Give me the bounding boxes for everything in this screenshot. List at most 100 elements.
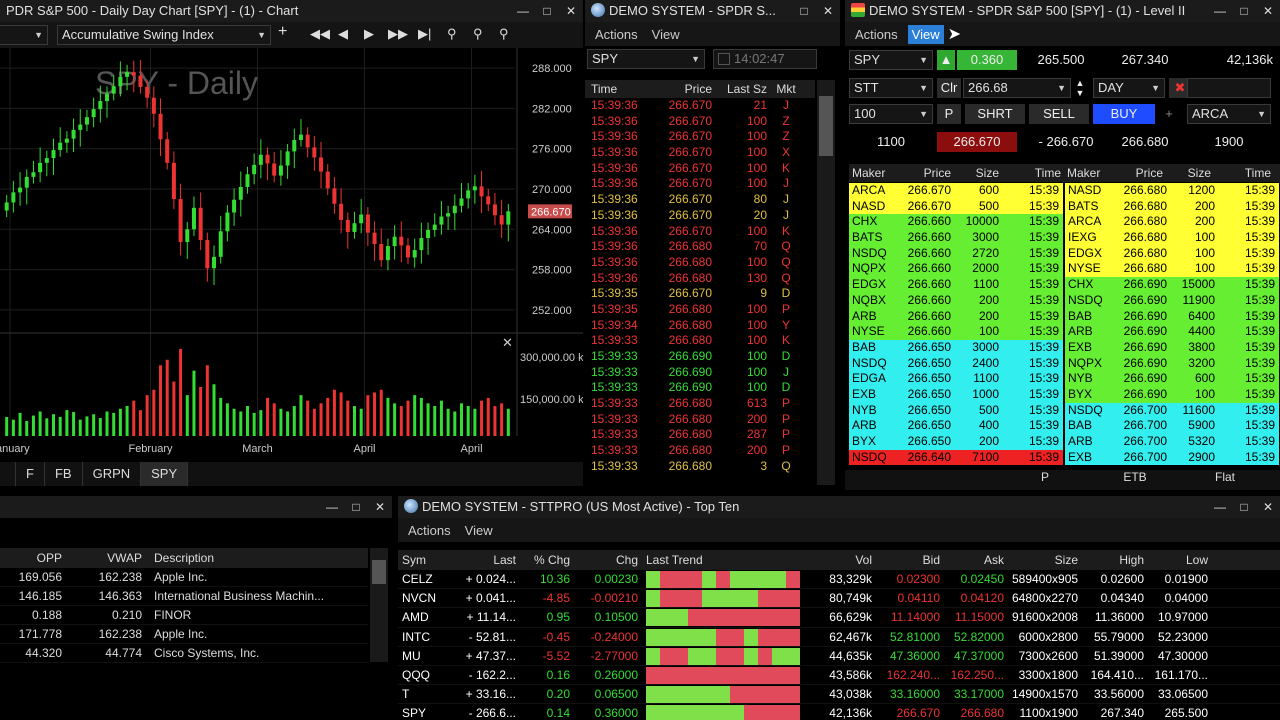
book-row[interactable]: BYX 266.650 200 15:39 (849, 434, 1063, 450)
menu-actions[interactable]: Actions (851, 25, 902, 44)
fast-forward-icon[interactable]: ▶▶ (388, 26, 408, 42)
price-spinner[interactable]: ▲ ▼ (1073, 78, 1087, 98)
ts-row[interactable]: 15:39:36 266.680 130 Q (585, 271, 815, 287)
book-row[interactable]: BATS 266.660 3000 15:39 (849, 230, 1063, 246)
step-back-icon[interactable]: ◀ (338, 26, 348, 42)
tt-row[interactable]: SPY - 266.6... 0.14 0.36000 42,136k 266.670 26… (398, 704, 1280, 720)
ts-row[interactable]: 15:39:33 266.680 287 P (585, 427, 815, 443)
tab-fb[interactable]: FB (45, 462, 83, 486)
end-icon[interactable]: ▶| (418, 26, 431, 42)
price-input[interactable]: 266.68 ▼ (963, 78, 1071, 98)
tt-titlebar[interactable]: DEMO SYSTEM - STTPRO (US Most Active) - … (398, 496, 1280, 518)
maximize-icon[interactable]: □ (1232, 0, 1256, 22)
col-price[interactable]: Price (1111, 164, 1163, 182)
ts-row[interactable]: 15:39:36 266.670 100 Z (585, 129, 815, 145)
p-button[interactable]: P (937, 104, 961, 124)
tt-col-size[interactable]: Size (1008, 550, 1082, 570)
col-opp[interactable]: OPP (0, 548, 62, 568)
book-row[interactable]: NYSE 266.660 100 15:39 (849, 324, 1063, 340)
book-row[interactable]: NASD 266.670 500 15:39 (849, 198, 1063, 215)
ts-time-field[interactable]: 14:02:47 (713, 49, 817, 69)
tif-select[interactable]: DAY ▼ (1093, 78, 1165, 98)
add-icon[interactable]: + (278, 23, 287, 41)
ts-row[interactable]: 15:39:36 266.670 100 K (585, 224, 815, 240)
minimize-icon[interactable]: — (1208, 496, 1232, 518)
book-row[interactable]: NSDQ 266.700 11600 15:39 (1065, 402, 1279, 419)
col-description[interactable]: Description (142, 548, 362, 568)
menu-actions[interactable]: Actions (404, 521, 455, 540)
col-price[interactable]: Price (647, 80, 712, 98)
close-icon[interactable]: ✕ (1256, 0, 1280, 22)
ts-symbol-select[interactable]: SPY ▼ (587, 49, 705, 69)
minimize-icon[interactable]: — (1208, 0, 1232, 22)
tt-row[interactable]: NVCN + 0.041... -4.85 -0.00210 80,749k 0.0411… (398, 589, 1280, 609)
watchlist-row[interactable]: 171.778 162.238 Apple Inc. (0, 625, 368, 644)
ts-row[interactable]: 15:39:34 266.680 100 Y (585, 318, 815, 334)
col-maker[interactable]: Maker (1061, 164, 1111, 182)
ts-row[interactable]: 15:39:33 266.680 613 P (585, 396, 815, 412)
book-row[interactable]: NSDQ 266.650 2400 15:39 (849, 355, 1063, 372)
watchlist-row[interactable]: 169.056 162.238 Apple Inc. (0, 568, 368, 587)
maximize-icon[interactable]: □ (792, 0, 816, 22)
tt-col-vol[interactable]: Vol (804, 550, 876, 570)
book-row[interactable]: ARB 266.700 5320 15:39 (1065, 434, 1279, 450)
ts-row[interactable]: 15:39:33 266.680 200 P (585, 412, 815, 428)
maximize-icon[interactable]: □ (535, 0, 559, 22)
maximize-icon[interactable]: □ (344, 496, 368, 518)
tt-col-last[interactable]: Last (452, 550, 520, 570)
col-vwap[interactable]: VWAP (62, 548, 142, 568)
menu-view[interactable]: View (907, 24, 944, 44)
col-last-size[interactable]: Last Sz (712, 80, 767, 98)
tt-col-bid[interactable]: Bid (876, 550, 944, 570)
watchlist-row[interactable]: 146.185 146.363 International Business Mac… (0, 587, 368, 606)
tt-col-ask[interactable]: Ask (944, 550, 1008, 570)
ts-row[interactable]: 15:39:33 266.680 200 P (585, 443, 815, 459)
scroll-thumb[interactable] (819, 96, 833, 156)
menu-view[interactable]: View (461, 521, 497, 540)
col-price[interactable]: Price (899, 164, 951, 182)
book-row[interactable]: CHX 266.660 10000 15:39 (849, 214, 1063, 231)
l2-titlebar[interactable]: DEMO SYSTEM - SPDR S&P 500 [SPY] - (1) -… (845, 0, 1280, 22)
close-icon[interactable]: ✕ (368, 496, 392, 518)
col-size[interactable]: Size (1163, 164, 1211, 182)
tt-col-chg[interactable]: % Chg (520, 550, 574, 570)
clear-button[interactable]: Clr (937, 78, 961, 98)
ts-row[interactable]: 15:39:36 266.680 70 Q (585, 239, 815, 255)
book-row[interactable]: NASD 266.680 1200 15:39 (1065, 183, 1279, 199)
book-row[interactable]: EXB 266.690 3800 15:39 (1065, 339, 1279, 356)
step-forward-icon[interactable]: ▶ (364, 26, 374, 42)
zoom-out-icon[interactable]: ⚲ (499, 26, 509, 42)
scroll-thumb[interactable] (372, 560, 386, 584)
watchlist-row[interactable]: 0.188 0.210 FINOR (0, 606, 368, 625)
col-mkt[interactable]: Mkt (767, 80, 805, 98)
tt-col-high[interactable]: High (1082, 550, 1148, 570)
book-row[interactable]: ARCA 266.680 200 15:39 (1065, 214, 1279, 231)
ts-row[interactable]: 15:39:36 266.670 20 J (585, 208, 815, 224)
book-row[interactable]: BAB 266.690 6400 15:39 (1065, 308, 1279, 325)
col-maker[interactable]: Maker (849, 164, 899, 182)
book-row[interactable]: NQBX 266.660 200 15:39 (849, 292, 1063, 309)
watchlist-scrollbar[interactable] (370, 548, 388, 662)
ts-row[interactable]: 15:39:33 266.690 100 D (585, 349, 815, 365)
tt-row[interactable]: MU + 47.37... -5.52 -2.77000 44,635k 47.36000… (398, 647, 1280, 666)
book-row[interactable]: ARB 266.650 400 15:39 (849, 418, 1063, 434)
buy-button[interactable]: BUY (1093, 104, 1155, 124)
col-time[interactable]: Time (999, 164, 1061, 182)
book-row[interactable]: ARB 266.660 200 15:39 (849, 308, 1063, 325)
tt-col-last-trend[interactable]: Last Trend (642, 550, 804, 570)
tt-col-sym[interactable]: Sym (398, 550, 452, 570)
book-row[interactable]: NYSE 266.680 100 15:39 (1065, 261, 1279, 278)
tt-row[interactable]: T + 33.16... 0.20 0.06500 43,038k 33.16000 33.… (398, 685, 1280, 705)
close-icon[interactable]: ✕ (816, 0, 840, 22)
tt-row[interactable]: QQQ - 162.2... 0.16 0.26000 43,586k 162.240..… (398, 666, 1280, 686)
watchlist-titlebar[interactable]: — □ ✕ (0, 496, 392, 518)
tt-row[interactable]: INTC - 52.81... -0.45 -0.24000 62,467k 52.810… (398, 628, 1280, 647)
chart-interval-select[interactable]: ▼ (0, 25, 48, 45)
menu-view[interactable]: View (648, 25, 684, 44)
ts-titlebar[interactable]: DEMO SYSTEM - SPDR S... □ ✕ (585, 0, 840, 22)
book-row[interactable]: BATS 266.680 200 15:39 (1065, 198, 1279, 215)
ts-row[interactable]: 15:39:36 266.680 100 Q (585, 255, 815, 271)
tab-grpn[interactable]: GRPN (83, 462, 142, 486)
l2-symbol-select[interactable]: SPY ▼ (849, 50, 933, 70)
tt-col-low[interactable]: Low (1148, 550, 1212, 570)
